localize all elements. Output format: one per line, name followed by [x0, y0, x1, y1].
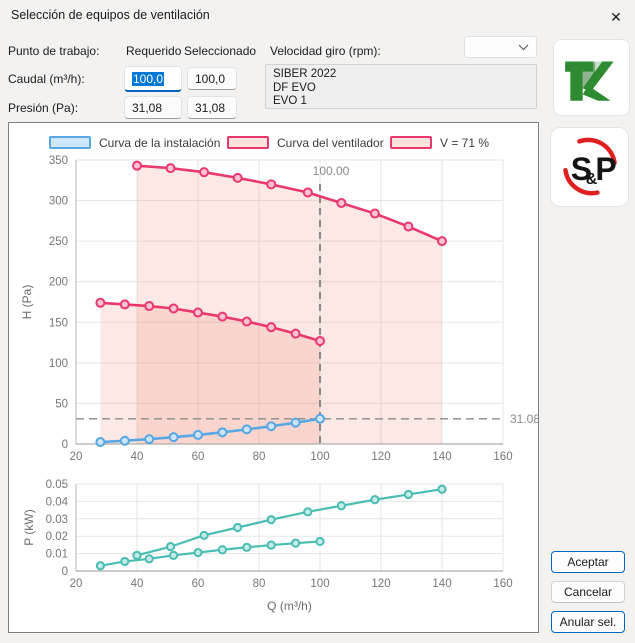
svg-text:100: 100 [49, 358, 68, 370]
svg-text:60: 60 [192, 451, 205, 463]
svg-text:100: 100 [310, 578, 329, 590]
legend-installation-curve: Curva de la instalación [49, 134, 220, 151]
legend-speed-percent: V = 71 % [390, 134, 489, 151]
flow-selected-value: 100,0 [195, 72, 225, 86]
svg-text:250: 250 [49, 236, 68, 248]
flow-selected-input[interactable]: 100,0 [187, 67, 237, 90]
svg-text:200: 200 [49, 277, 68, 289]
svg-text:H (Pa): H (Pa) [20, 285, 34, 320]
equipment-line-brand: SIBER 2022 [273, 68, 529, 82]
svg-text:120: 120 [371, 578, 390, 590]
svg-text:60: 60 [192, 578, 205, 590]
svg-text:100.00: 100.00 [313, 164, 350, 178]
svg-text:80: 80 [253, 578, 266, 590]
tk-logo-icon [561, 47, 623, 109]
svg-text:0: 0 [62, 566, 68, 578]
svg-text:140: 140 [432, 451, 451, 463]
svg-text:100: 100 [310, 451, 329, 463]
power-curve-chart: 20 40 60 80 100 120 140 160 0 0.01 0.02 0.03 0.04 0.0… [9, 473, 538, 633]
svg-text:20: 20 [70, 451, 83, 463]
close-icon: ✕ [610, 9, 622, 25]
svg-text:20: 20 [70, 578, 83, 590]
cancel-button[interactable]: Cancelar [551, 581, 625, 603]
svg-text:31.08: 31.08 [510, 412, 538, 426]
flow-label: Caudal (m³/h): [8, 72, 85, 86]
svg-text:40: 40 [131, 578, 144, 590]
working-point-label: Punto de trabajo: [8, 44, 99, 58]
svg-text:300: 300 [49, 196, 68, 208]
svg-text:140: 140 [432, 578, 451, 590]
flow-required-value: 100,0 [132, 72, 164, 86]
required-column-label: Requerido [126, 44, 181, 58]
svg-text:160: 160 [493, 451, 512, 463]
clear-selection-button[interactable]: Anular sel. [551, 611, 625, 633]
flow-required-input[interactable]: 100,0 [124, 66, 182, 92]
speed-percent-swatch [390, 136, 432, 149]
svg-text:80: 80 [253, 451, 266, 463]
rpm-label: Velocidad giro (rpm): [270, 44, 381, 58]
svg-text:P: P [595, 151, 616, 187]
svg-text:0.02: 0.02 [46, 531, 68, 543]
close-button[interactable]: ✕ [603, 5, 629, 29]
svg-text:120: 120 [371, 451, 390, 463]
legend-fan-curve: Curva del ventilador [227, 134, 384, 151]
pressure-selected-input[interactable]: 31,08 [187, 96, 237, 119]
svg-text:0.05: 0.05 [46, 479, 68, 491]
sp-logo-icon: S & P [558, 135, 622, 199]
pressure-label: Presión (Pa): [8, 101, 78, 115]
pressure-required-input[interactable]: 31,08 [124, 96, 182, 119]
svg-text:Q (m³/h): Q (m³/h) [267, 599, 312, 613]
svg-text:P (kW): P (kW) [22, 509, 36, 545]
chevron-down-icon [518, 44, 529, 51]
svg-text:0.04: 0.04 [46, 496, 69, 508]
svg-text:0.03: 0.03 [46, 514, 68, 526]
sp-logo: S & P [550, 127, 629, 207]
equipment-line-model: EVO 1 [273, 95, 529, 109]
pressure-required-value: 31,08 [132, 101, 162, 115]
svg-text:0.01: 0.01 [46, 549, 68, 561]
chart-panel: Curva de la instalación Curva del ventil… [8, 122, 539, 633]
tk-logo [553, 39, 630, 116]
installation-curve-swatch [49, 136, 91, 149]
svg-text:160: 160 [493, 578, 512, 590]
svg-text:40: 40 [131, 451, 144, 463]
svg-text:50: 50 [55, 398, 68, 410]
equipment-line-series: DF EVO [273, 82, 529, 96]
fan-curve-chart: 20 40 60 80 100 120 140 160 0 50 100 150 200 250 300 35… [9, 151, 538, 473]
pressure-selected-value: 31,08 [195, 101, 225, 115]
svg-text:350: 350 [49, 155, 68, 167]
selected-equipment-info: SIBER 2022 DF EVO EVO 1 [265, 64, 537, 109]
window-title: Selección de equipos de ventilación [11, 8, 210, 22]
fan-curve-swatch [227, 136, 269, 149]
accept-button[interactable]: Aceptar [551, 551, 625, 573]
selected-column-label: Seleccionado [184, 44, 256, 58]
svg-text:0: 0 [62, 439, 68, 451]
rpm-select[interactable] [464, 36, 537, 58]
svg-text:150: 150 [49, 317, 68, 329]
